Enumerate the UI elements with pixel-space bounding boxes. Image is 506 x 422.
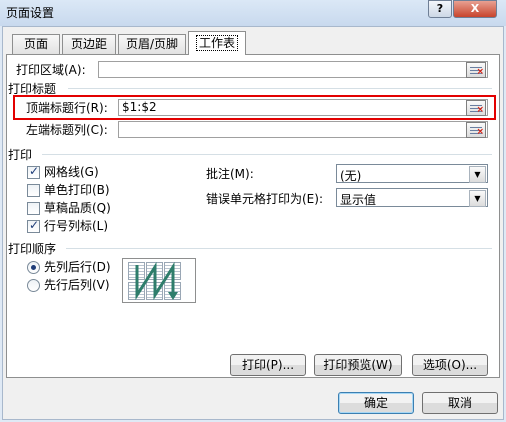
cancel-button[interactable]: 取消 [422,392,498,414]
help-button[interactable]: ? [428,0,452,18]
down-then-over-label: 先列后行(D) [44,260,111,274]
over-then-down-radio[interactable] [27,279,40,292]
draft-quality-label: 草稿品质(Q) [44,201,111,215]
tab-header-footer[interactable]: 页眉/页脚 [118,34,186,54]
draft-quality-checkbox[interactable] [27,202,40,215]
row-col-headings-checkbox[interactable]: ✓ [27,218,40,233]
over-then-down-label: 先行后列(V) [44,278,110,292]
gridlines-checkbox[interactable]: ✓ [27,164,40,179]
chevron-down-icon[interactable]: ▼ [469,166,486,183]
tab-sheet[interactable]: 工作表 [188,31,246,55]
cols-collapse-icon[interactable]: × [466,122,486,138]
comments-label: 批注(M): [206,167,254,181]
comments-select[interactable]: (无) ▼ [336,164,488,183]
options-button[interactable]: 选项(O)... [412,354,488,376]
window-title: 页面设置 [6,6,55,20]
page-order-group-label: 打印顺序 [8,242,57,256]
down-then-over-radio[interactable] [27,261,40,274]
cols-to-repeat-label: 左端标题列(C): [26,123,108,137]
black-white-label: 单色打印(B) [44,183,110,197]
print-area-field[interactable] [98,61,488,78]
close-button[interactable]: X [453,0,497,18]
page-order-separator [66,248,492,249]
print-preview-button[interactable]: 打印预览(W) [314,354,402,376]
print-button[interactable]: 打印(P)... [230,354,306,376]
gridlines-label: 网格线(G) [44,165,99,179]
print-area-label: 打印区域(A): [16,63,86,77]
chevron-down-icon[interactable]: ▼ [469,190,486,207]
print-separator [42,154,492,155]
tab-margins[interactable]: 页边距 [62,34,116,54]
print-group-label: 打印 [8,148,33,162]
ok-button[interactable]: 确定 [338,392,414,414]
cell-errors-label: 错误单元格打印为(E): [206,192,323,206]
comments-select-value: (无) [340,169,362,183]
tab-sheet-label: 工作表 [195,35,238,51]
row-col-headings-label: 行号列标(L) [44,219,109,233]
cols-to-repeat-field[interactable] [118,121,488,138]
print-titles-separator [68,88,492,89]
black-white-checkbox[interactable] [27,184,40,197]
page-order-diagram [122,258,196,303]
cell-errors-select-value: 显示值 [340,193,377,207]
order-arrow-icon [135,261,178,301]
print-area-collapse-icon[interactable]: × [466,62,486,78]
highlight-box [13,95,496,120]
tab-page[interactable]: 页面 [12,34,60,54]
cell-errors-select[interactable]: 显示值 ▼ [336,188,488,207]
